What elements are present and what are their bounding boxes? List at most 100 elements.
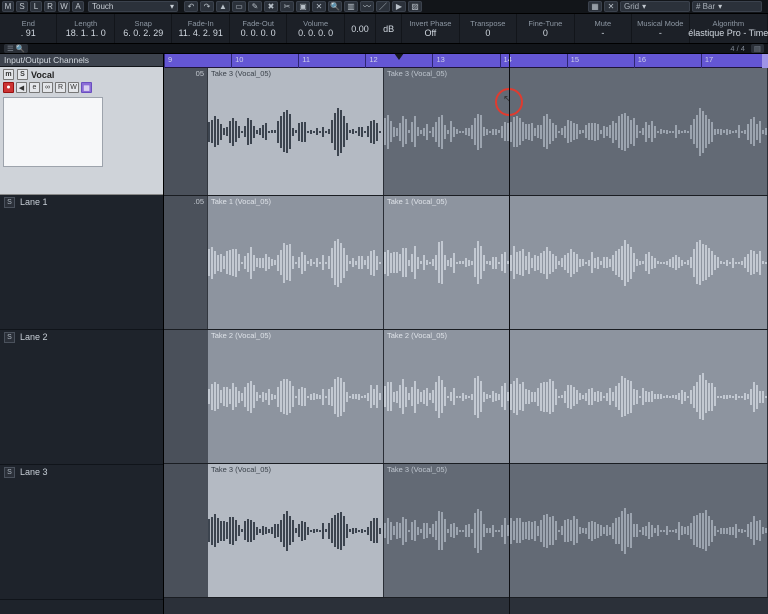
- ruler-tick: 13: [432, 54, 433, 68]
- automation-mode-select[interactable]: Touch ▾: [88, 1, 178, 12]
- track-mute-btn[interactable]: m: [3, 69, 14, 80]
- param-musical[interactable]: Musical Mode-: [632, 14, 689, 43]
- audio-clip[interactable]: [510, 196, 768, 329]
- tool-scissors-icon[interactable]: ✂: [280, 1, 294, 12]
- param-algorithm[interactable]: Algorithmélastique Pro - Time: [690, 14, 768, 43]
- loop-btn[interactable]: ∞: [42, 82, 53, 93]
- show-lanes-btn[interactable]: ▦: [81, 82, 92, 93]
- tool-glue-icon[interactable]: ▣: [296, 1, 310, 12]
- ruler-end-cap: [762, 54, 768, 68]
- audio-clip[interactable]: Take 3 (Vocal_05): [208, 464, 384, 597]
- audio-clip[interactable]: [510, 464, 768, 597]
- filter-key-icon[interactable]: ☰ 🔍: [4, 44, 28, 53]
- btn-a[interactable]: A: [72, 1, 84, 12]
- ruler-bar-number: 17: [705, 55, 713, 64]
- grid-type-select[interactable]: Grid ▾: [620, 1, 690, 12]
- main-area: Input/Output Channels m S Vocal ● ◀ e ∞ …: [0, 54, 768, 614]
- tool-redo-icon[interactable]: ↷: [200, 1, 214, 12]
- audio-clip[interactable]: Take 3 (Vocal_05): [384, 464, 510, 597]
- tool-draw-icon[interactable]: ✎: [248, 1, 262, 12]
- snap-toggle-icon[interactable]: ▦: [588, 1, 602, 12]
- param-snap[interactable]: Snap6. 0. 2. 29: [115, 14, 172, 43]
- waveform: [510, 370, 767, 423]
- write-auto-btn[interactable]: W: [68, 82, 79, 93]
- audio-clip[interactable]: Take 2 (Vocal_05): [208, 330, 384, 463]
- lane-solo-btn[interactable]: S: [4, 197, 15, 208]
- audio-clip[interactable]: Take 2 (Vocal_05): [384, 330, 510, 463]
- record-enable-btn[interactable]: ●: [3, 82, 14, 93]
- lane-solo-btn[interactable]: S: [4, 332, 15, 343]
- param-transpose[interactable]: Transpose0: [460, 14, 517, 43]
- waveform: [384, 370, 509, 423]
- monitor-btn[interactable]: ◀: [16, 82, 27, 93]
- ruler-tick: 10: [231, 54, 232, 68]
- param-fadeout[interactable]: Fade-Out0. 0. 0. 0: [230, 14, 287, 43]
- audio-clip[interactable]: Take 3 (Vocal_05): [384, 68, 510, 195]
- io-channels-header[interactable]: Input/Output Channels: [0, 54, 163, 67]
- bar-select[interactable]: # Bar ▾: [692, 1, 762, 12]
- clip-label: Take 2 (Vocal_05): [211, 331, 271, 340]
- tool-comp-icon[interactable]: ▥: [344, 1, 358, 12]
- edit-channel-btn[interactable]: e: [29, 82, 40, 93]
- tool-color-icon[interactable]: ▨: [408, 1, 422, 12]
- btn-m[interactable]: M: [2, 1, 14, 12]
- waveform: [510, 504, 767, 557]
- tool-undo-icon[interactable]: ↶: [184, 1, 198, 12]
- event-info-line: End. 91 Length18. 1. 1. 0 Snap6. 0. 2. 2…: [0, 14, 768, 44]
- clip-label: Take 3 (Vocal_05): [211, 465, 271, 474]
- arrange-view[interactable]: 91011121314151617 05 Take 3 (Vocal_05) T…: [164, 54, 768, 614]
- lane-panel-2[interactable]: S Lane 2: [0, 330, 163, 465]
- tool-warp-icon[interactable]: 〰: [360, 1, 374, 12]
- track-lane-3[interactable]: Take 3 (Vocal_05) Take 3 (Vocal_05): [164, 464, 768, 598]
- waveform: [384, 108, 509, 155]
- param-invert[interactable]: Invert PhaseOff: [402, 14, 459, 43]
- playhead-marker-icon[interactable]: [394, 54, 404, 60]
- read-auto-btn[interactable]: R: [55, 82, 66, 93]
- lane-panel-1[interactable]: S Lane 1: [0, 195, 163, 330]
- tool-zoom-icon[interactable]: 🔍: [328, 1, 342, 12]
- audio-clip[interactable]: Take 1 (Vocal_05): [208, 196, 384, 329]
- btn-w[interactable]: W: [58, 1, 70, 12]
- param-fadein[interactable]: Fade-In11. 4. 2. 91: [172, 14, 229, 43]
- blank-insert-slot[interactable]: [3, 97, 103, 167]
- top-toolbar: M S L R W A Touch ▾ ↶ ↷ ▲ ▭ ✎ ✖ ✂ ▣ ✕ 🔍 …: [0, 0, 768, 14]
- param-length[interactable]: Length18. 1. 1. 0: [57, 14, 114, 43]
- audio-clip[interactable]: Take 1 (Vocal_05): [384, 196, 510, 329]
- lane-panel-3[interactable]: S Lane 3: [0, 465, 163, 600]
- tool-line-icon[interactable]: ／: [376, 1, 390, 12]
- audio-clip[interactable]: Take 3 (Vocal_05): [208, 68, 384, 195]
- tool-range-icon[interactable]: ▭: [232, 1, 246, 12]
- track-lane-2[interactable]: Take 2 (Vocal_05) Take 2 (Vocal_05): [164, 330, 768, 464]
- clip-label: Take 2 (Vocal_05): [387, 331, 447, 340]
- pre-clip-label: 05: [196, 69, 204, 78]
- grid-label: Grid: [624, 2, 639, 11]
- track-lane-main[interactable]: 05 Take 3 (Vocal_05) Take 3 (Vocal_05): [164, 68, 768, 196]
- visibility-counter: 4 / 4: [730, 44, 745, 53]
- ruler-tick: 14: [500, 54, 501, 68]
- btn-s[interactable]: S: [16, 1, 28, 12]
- param-volume-db[interactable]: 0.00: [345, 14, 376, 43]
- snap-cross-icon[interactable]: ✕: [604, 1, 618, 12]
- param-end[interactable]: End. 91: [0, 14, 57, 43]
- audio-clip[interactable]: [510, 330, 768, 463]
- tool-play-icon[interactable]: ▶: [392, 1, 406, 12]
- param-finetune[interactable]: Fine-Tune0: [517, 14, 574, 43]
- lane-solo-btn[interactable]: S: [4, 467, 15, 478]
- track-solo-btn[interactable]: S: [17, 69, 28, 80]
- track-name: Vocal: [31, 70, 54, 80]
- tool-erase-icon[interactable]: ✖: [264, 1, 278, 12]
- tool-pointer-icon[interactable]: ▲: [216, 1, 230, 12]
- waveform: [510, 108, 767, 155]
- param-mute[interactable]: Mute-: [575, 14, 632, 43]
- track-vocal[interactable]: m S Vocal ● ◀ e ∞ R W ▦: [0, 67, 163, 195]
- playhead-line[interactable]: [509, 54, 510, 614]
- filter-collapse-icon[interactable]: ▤: [751, 44, 764, 53]
- btn-r[interactable]: R: [44, 1, 56, 12]
- audio-clip[interactable]: [510, 68, 768, 195]
- timeline-ruler[interactable]: 91011121314151617: [164, 54, 768, 68]
- btn-l[interactable]: L: [30, 1, 42, 12]
- track-lane-1[interactable]: .05 Take 1 (Vocal_05) Take 1 (Vocal_05): [164, 196, 768, 330]
- pre-clip-strip: 05: [164, 68, 208, 195]
- param-volume[interactable]: Volume0. 0. 0. 0: [287, 14, 344, 43]
- tool-mute-icon[interactable]: ✕: [312, 1, 326, 12]
